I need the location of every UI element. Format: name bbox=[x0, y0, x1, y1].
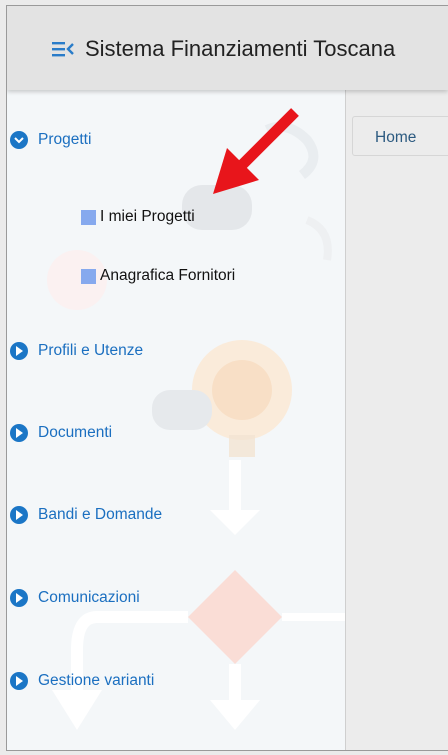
bullet-square-icon bbox=[81, 268, 96, 284]
chevron-right-icon bbox=[10, 506, 28, 524]
sidebar-item-comunicazioni[interactable]: Comunicazioni bbox=[10, 589, 140, 607]
top-bar: Sistema Finanziamenti Toscana bbox=[7, 6, 448, 90]
sidebar-item-label: Profili e Utenze bbox=[38, 342, 144, 359]
chevron-down-icon bbox=[10, 131, 28, 149]
app-window: Sistema Finanziamenti Toscana Progetti I… bbox=[6, 5, 448, 751]
sidebar-item-label: Comunicazioni bbox=[38, 589, 140, 606]
sidebar-subitem-anagrafica-fornitori[interactable]: Anagrafica Fornitori bbox=[81, 267, 235, 285]
sidebar-subitem-miei-progetti[interactable]: I miei Progetti bbox=[81, 208, 195, 226]
breadcrumb: Home bbox=[352, 116, 448, 156]
sidebar-item-profili-utenze[interactable]: Profili e Utenze bbox=[10, 342, 143, 360]
sidebar-item-label: Bandi e Domande bbox=[38, 506, 163, 523]
app-title: Sistema Finanziamenti Toscana bbox=[85, 36, 396, 61]
breadcrumb-home-link[interactable]: Home bbox=[375, 129, 416, 147]
red-arrow-annotation-icon bbox=[213, 108, 299, 194]
sidebar-item-bandi-domande[interactable]: Bandi e Domande bbox=[10, 506, 162, 524]
chevron-right-icon bbox=[10, 424, 28, 442]
sidebar-item-gestione-varianti[interactable]: Gestione varianti bbox=[10, 672, 154, 690]
bullet-square-icon bbox=[81, 209, 96, 225]
sidebar-item-documenti[interactable]: Documenti bbox=[10, 424, 112, 442]
sidebar-item-label: Gestione varianti bbox=[38, 672, 155, 689]
sidebar-subitem-label: I miei Progetti bbox=[100, 208, 195, 225]
sidebar-item-label: Progetti bbox=[38, 131, 92, 148]
sidebar-subitem-label: Anagrafica Fornitori bbox=[100, 267, 236, 284]
sidebar-item-label: Documenti bbox=[38, 424, 113, 441]
sidebar-item-progetti[interactable]: Progetti bbox=[10, 131, 91, 149]
chevron-right-icon bbox=[10, 342, 28, 360]
menu-collapse-icon[interactable] bbox=[51, 39, 75, 59]
chevron-right-icon bbox=[10, 589, 28, 607]
chevron-right-icon bbox=[10, 672, 28, 690]
